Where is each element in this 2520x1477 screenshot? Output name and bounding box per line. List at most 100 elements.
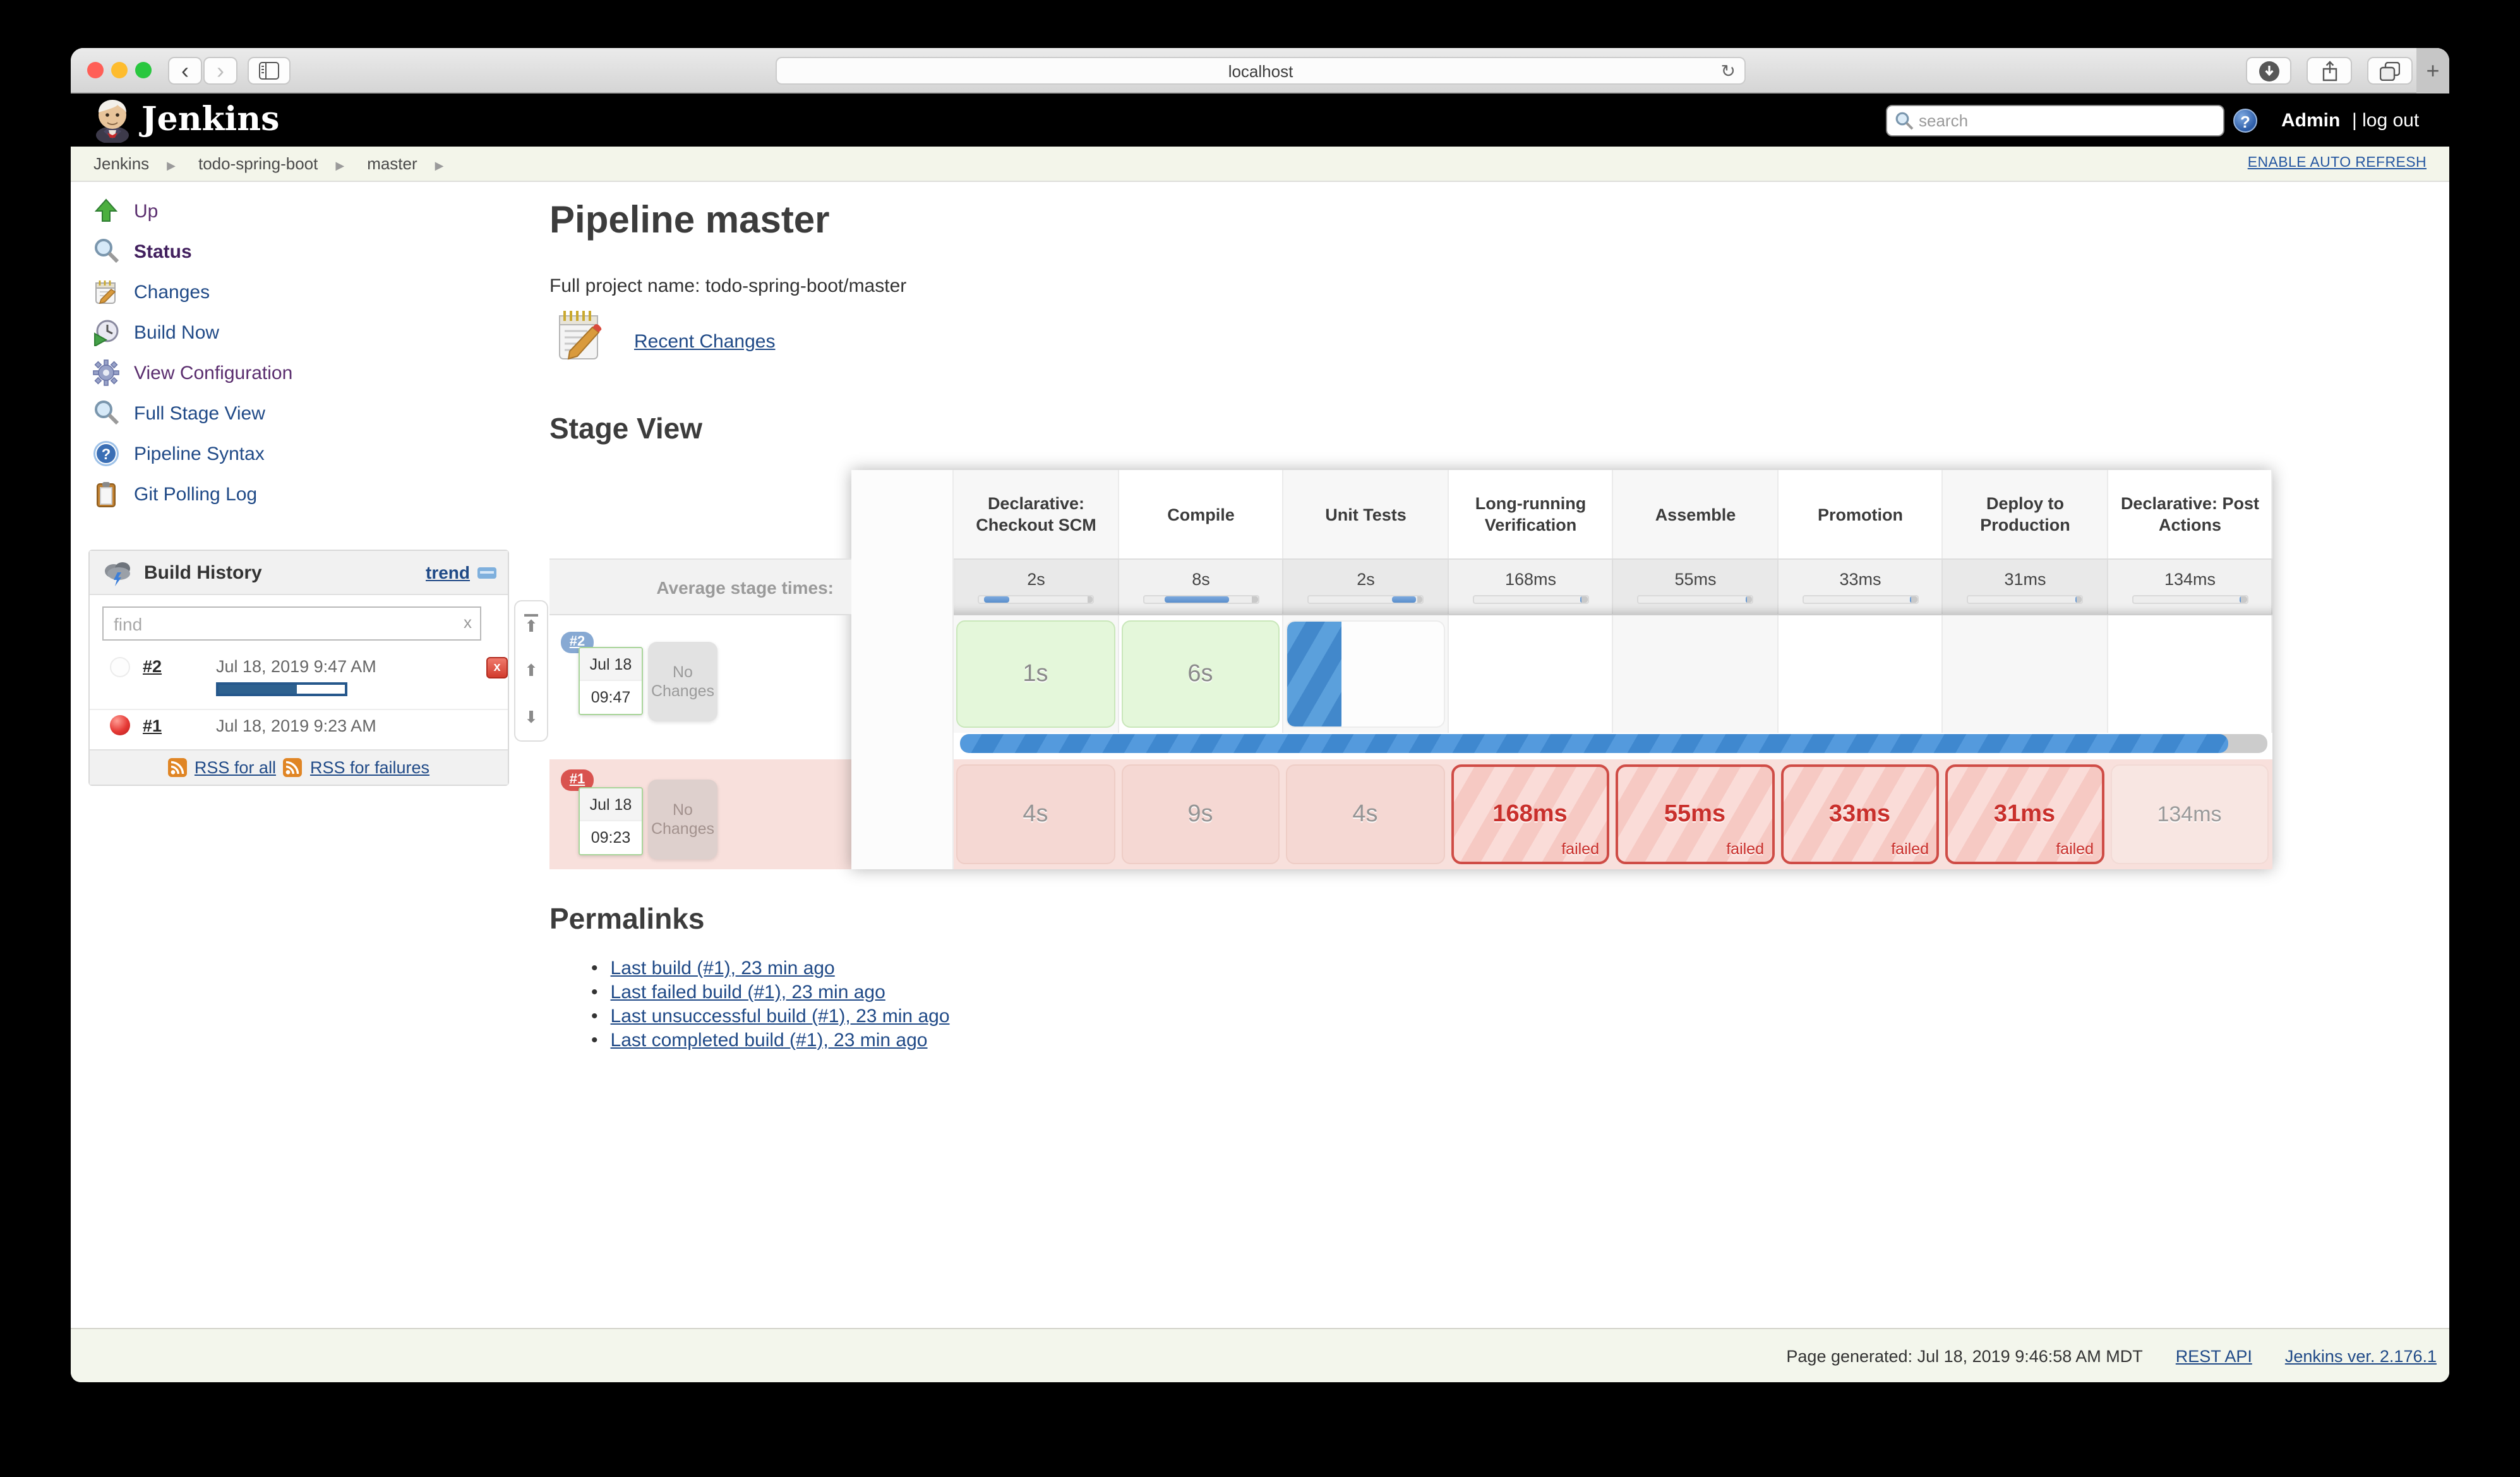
recent-changes-link[interactable]: Recent Changes [634,331,776,353]
permalink-link[interactable]: Last build (#1), 23 min ago [611,958,835,979]
header-search-box[interactable] [1886,105,2224,136]
jenkins-version-link[interactable]: Jenkins ver. 2.176.1 [2285,1346,2437,1365]
trend-chart-icon[interactable] [477,567,496,578]
tab-overview-button[interactable] [2367,57,2413,85]
stage-cell-failed[interactable]: 31msfailed [1945,764,2104,864]
enable-auto-refresh-link[interactable]: ENABLE AUTO REFRESH [2248,155,2427,171]
build-link[interactable]: #2 [143,657,162,676]
address-bar[interactable]: localhost ↻ [776,57,1746,85]
stage-avg-minibar [1967,595,2084,604]
share-button[interactable] [2307,57,2352,85]
back-button[interactable]: ‹ [168,57,202,85]
build-date-cell[interactable]: Jul 1809:23 [579,787,643,855]
failed-label: failed [1561,840,1599,858]
new-tab-button[interactable]: + [2416,48,2449,93]
build-timestamp: Jul 18, 2019 9:47 AM [216,657,376,676]
permalink-link[interactable]: Last completed build (#1), 23 min ago [611,1030,928,1051]
stage-cell-failed[interactable]: 33msfailed [1780,764,1939,864]
jenkins-header: Jenkins ? Admin | log out [71,93,2449,147]
sidebar-item-full-stage-view[interactable]: Full Stage View [91,394,495,432]
build-time: 09:23 [580,821,642,854]
stage-avg-value: 2s [1027,570,1045,589]
stage-cell-success-in-failed-build[interactable]: 9s [1121,764,1280,864]
browser-toolbar: ‹ › localhost ↻ [71,48,2449,93]
sidebar-item-changes[interactable]: Changes [91,273,495,311]
scroll-to-top-icon[interactable]: ⬆ [524,615,538,635]
stage-cell-failed[interactable]: 55msfailed [1616,764,1774,864]
sidebar-icon [259,62,279,80]
stage-avg-6: 33ms [1778,558,1943,615]
minibar-end-cap [2241,596,2247,603]
build-history-page-nav: ⬆ ⬆ ⬇ [514,600,548,742]
breadcrumb-item-jenkins[interactable]: Jenkins [93,154,149,173]
stage-cell-success[interactable]: 1s [956,620,1115,728]
stage-avg-4: 168ms [1448,558,1613,615]
find-clear-button[interactable]: x [464,613,472,632]
bullet: • [591,1006,598,1027]
search-input[interactable] [1919,111,2216,130]
zoom-window-button[interactable] [135,62,152,78]
page-up-icon[interactable]: ⬆ [524,661,538,681]
page-title: Pipeline master [549,200,830,243]
help-badge-icon: ? [91,438,121,469]
breadcrumb-items: Jenkins▶todo-spring-boot▶master▶ [71,154,444,173]
rss-for-all-link[interactable]: RSS for all [195,758,276,777]
search-help-icon[interactable]: ? [2233,109,2257,133]
download-icon [2258,60,2279,81]
stage-cell-success-in-failed-build[interactable]: 4s [956,764,1115,864]
stage-cell-success-in-failed-build[interactable]: 4s [1286,764,1444,864]
sidebar-item-pipeline-syntax[interactable]: ? Pipeline Syntax [91,435,495,473]
stage-cell-success[interactable]: 6s [1121,620,1280,728]
minibar-end-cap [1417,596,1423,603]
trend-link[interactable]: trend [426,562,470,582]
reload-icon[interactable]: ↻ [1721,61,1736,82]
user-menu[interactable]: Admin [2281,110,2340,131]
permalink-link[interactable]: Last unsuccessful build (#1), 23 min ago [611,1006,950,1027]
recent-changes-notepad-icon[interactable] [555,308,603,361]
build-date-cell[interactable]: Jul 1809:47 [579,647,643,715]
stage-avg-1: 2s [954,558,1119,615]
build-history-find-input[interactable] [102,606,481,641]
stage-header-4: Long-running Verification [1448,470,1613,558]
sidebar-toggle-button[interactable] [248,57,291,85]
downloads-button[interactable] [2246,57,2291,85]
sidebar-item-label: Build Now [134,322,219,343]
sidebar-item-label: Pipeline Syntax [134,443,265,464]
minimize-window-button[interactable] [111,62,128,78]
breadcrumb-separator-icon: ▶ [435,159,444,172]
sidebar-item-up[interactable]: Up [91,192,495,230]
bullet: • [591,1030,598,1051]
stage-avg-value: 55ms [1674,570,1716,589]
jenkins-butler-avatar[interactable] [91,97,134,143]
stage-header-3: Unit Tests [1283,470,1448,558]
sidebar-item-label: Status [134,241,192,262]
stage-cell-failed[interactable]: 168msfailed [1451,764,1609,864]
close-window-button[interactable] [87,62,104,78]
magnifier-icon [91,398,121,428]
stage-avg-minibar [978,595,1095,604]
sidebar-item-status[interactable]: Status [91,232,495,270]
sidebar-item-label: Changes [134,281,210,303]
stage-cell-not-failed[interactable]: 134ms [2110,764,2269,864]
sidebar-item-git-polling-log[interactable]: Git Polling Log [91,475,495,513]
forward-button[interactable]: › [203,57,237,85]
build-link[interactable]: #1 [143,716,162,735]
pipeline-progress-bar [960,734,2267,753]
stage-avg-minibar [1638,595,1754,604]
jenkins-logo-text[interactable]: Jenkins [141,101,279,139]
logout-link[interactable]: | log out [2352,110,2419,131]
abort-build-button[interactable]: x [486,657,508,678]
rss-for-failures-link[interactable]: RSS for failures [310,758,429,777]
breadcrumb-item-todo-spring-boot[interactable]: todo-spring-boot [198,154,318,173]
sidebar-item-build-now[interactable]: Build Now [91,313,495,351]
breadcrumb-item-master[interactable]: master [367,154,417,173]
rest-api-link[interactable]: REST API [2176,1346,2252,1365]
stage-view-title: Stage View [549,412,702,446]
permalink-link[interactable]: Last failed build (#1), 23 min ago [611,982,885,1003]
stage-header-5: Assemble [1613,470,1778,558]
stage-cell-running[interactable] [1286,620,1444,728]
page-down-icon[interactable]: ⬇ [524,707,538,727]
build-progress-bar[interactable] [216,682,347,696]
screen: ‹ › localhost ↻ [0,0,2520,1477]
sidebar-item-view-configuration[interactable]: View Configuration [91,354,495,392]
